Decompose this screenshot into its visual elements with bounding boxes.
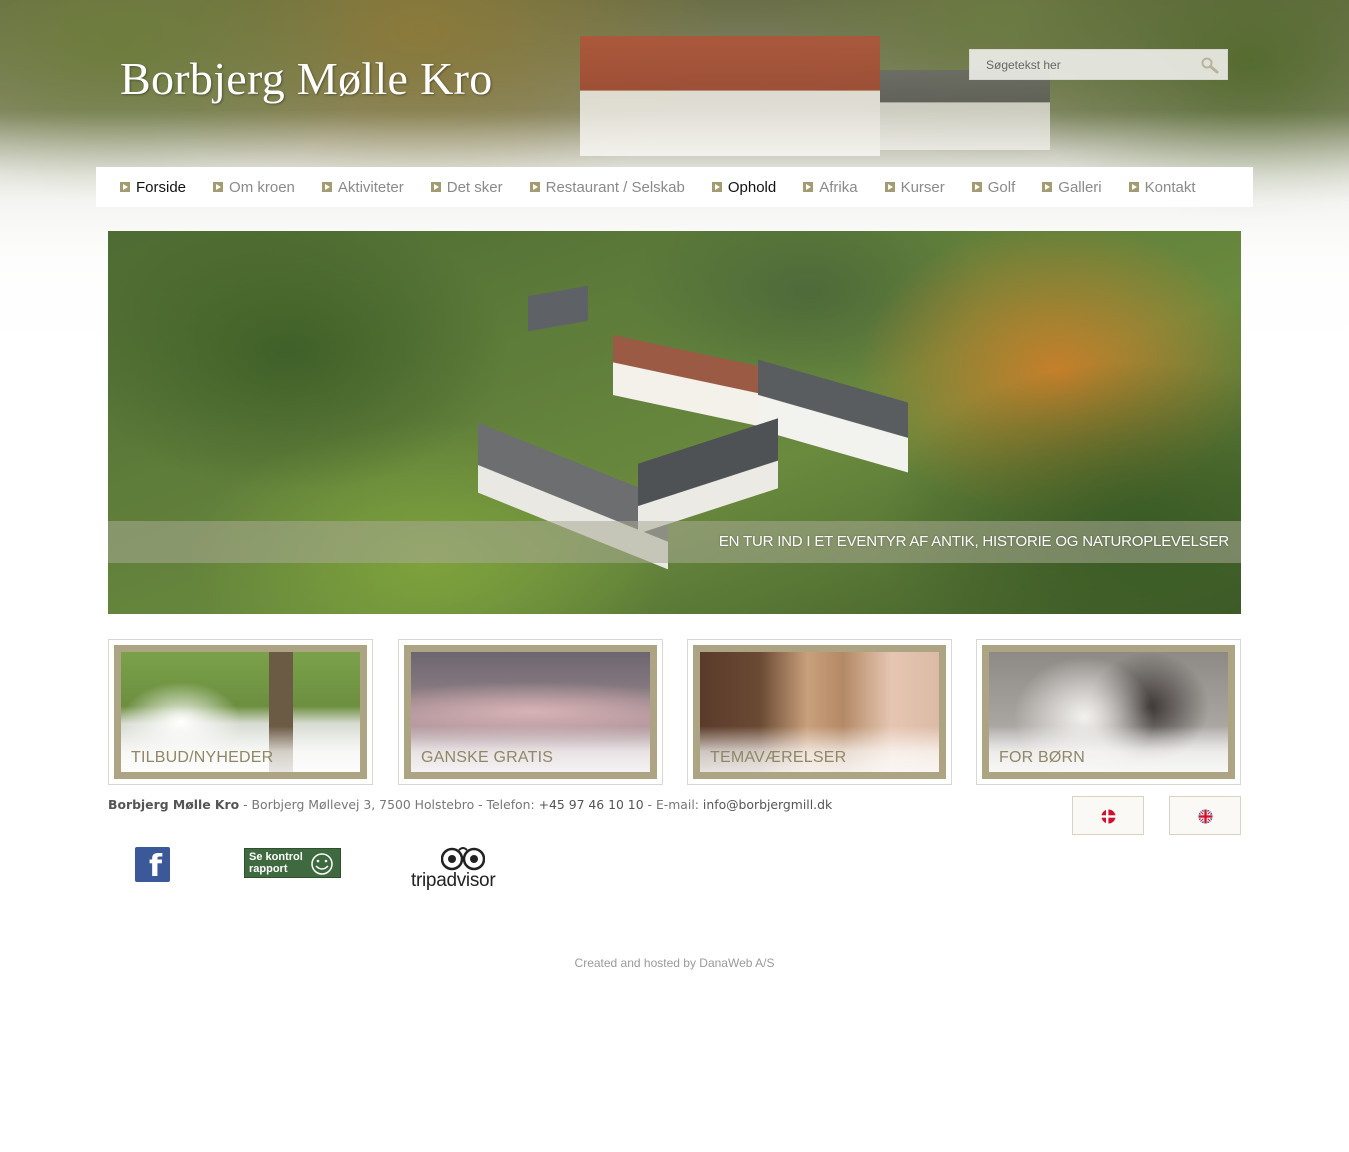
tripadvisor-wordmark: tripadvisor bbox=[411, 870, 496, 891]
nav-item-afrika[interactable]: Afrika bbox=[803, 178, 858, 196]
play-bullet-icon bbox=[213, 182, 224, 192]
tripadvisor-owl-icon bbox=[441, 847, 485, 871]
nav-item-om-kroen[interactable]: Om kroen bbox=[213, 179, 295, 196]
contact-name: Borbjerg Mølle Kro bbox=[108, 797, 240, 812]
danish-flag-icon bbox=[1101, 809, 1116, 824]
nav-label: Kurser bbox=[900, 178, 945, 196]
play-bullet-icon bbox=[971, 182, 982, 192]
nav-item-golf[interactable]: Golf bbox=[971, 178, 1016, 196]
nav-label: Om kroen bbox=[229, 178, 295, 196]
hero-building bbox=[613, 335, 763, 427]
search-icon bbox=[1201, 57, 1219, 74]
main-nav: Forside Om kroen Aktiviteter Det sker Re… bbox=[96, 167, 1253, 207]
tile-label: TEMAVÆRELSER bbox=[710, 749, 847, 766]
language-english-button[interactable] bbox=[1169, 796, 1241, 835]
footer-credit[interactable]: Created and hosted by DanaWeb A/S bbox=[0, 956, 1349, 970]
tile-for-born[interactable]: FOR BØRN bbox=[976, 639, 1241, 785]
tile-frame: GANSKE GRATIS bbox=[404, 645, 657, 779]
facebook-link[interactable]: f bbox=[135, 847, 170, 884]
nav-item-aktiviteter[interactable]: Aktiviteter bbox=[321, 178, 404, 196]
play-bullet-icon bbox=[321, 182, 332, 192]
play-bullet-icon bbox=[1128, 182, 1139, 192]
nav-item-det-sker[interactable]: Det sker bbox=[430, 178, 503, 196]
nav-label: Restaurant / Selskab bbox=[545, 178, 685, 196]
tile-label: GANSKE GRATIS bbox=[421, 749, 554, 766]
tile-tilbud-nyheder[interactable]: TILBUD/NYHEDER bbox=[108, 639, 373, 785]
nav-label: Golf bbox=[987, 178, 1016, 196]
nav-label: Ophold bbox=[727, 178, 777, 196]
tile-frame: FOR BØRN bbox=[982, 645, 1235, 779]
contact-address: - Borbjerg Møllevej 3, 7500 Holstebro - … bbox=[239, 797, 539, 812]
nav-item-kurser[interactable]: Kurser bbox=[884, 178, 945, 196]
language-danish-button[interactable] bbox=[1072, 796, 1144, 835]
nav-label: Galleri bbox=[1058, 178, 1102, 196]
kontrol-rapport-text: Se kontrol rapport bbox=[249, 851, 303, 875]
smiley-icon bbox=[311, 853, 333, 875]
play-bullet-icon bbox=[803, 182, 814, 192]
tile-label: FOR BØRN bbox=[999, 749, 1086, 766]
nav-label: Det sker bbox=[446, 178, 503, 196]
tile-frame: TEMAVÆRELSER bbox=[693, 645, 946, 779]
play-bullet-icon bbox=[529, 182, 540, 192]
tripadvisor-link[interactable]: tripadvisor bbox=[411, 846, 515, 894]
nav-label: Kontakt bbox=[1144, 178, 1196, 196]
play-bullet-icon bbox=[884, 182, 895, 192]
search-input[interactable] bbox=[970, 50, 1195, 79]
nav-item-restaurant-selskab[interactable]: Restaurant / Selskab bbox=[529, 178, 685, 196]
facebook-icon: f bbox=[149, 849, 163, 884]
search-box bbox=[969, 49, 1228, 80]
contact-email-link[interactable]: info@borbjergmill.dk bbox=[703, 797, 832, 812]
nav-label: Afrika bbox=[819, 178, 858, 196]
site-logo[interactable]: Borbjerg Mølle Kro bbox=[120, 52, 493, 105]
nav-item-forside[interactable]: Forside bbox=[120, 179, 186, 196]
tile-image: GANSKE GRATIS bbox=[411, 652, 650, 772]
nav-item-ophold[interactable]: Ophold bbox=[711, 178, 777, 196]
hero-caption: EN TUR IND I ET EVENTYR AF ANTIK, HISTOR… bbox=[718, 533, 1229, 550]
contact-phone: +45 97 46 10 10 bbox=[538, 797, 644, 812]
play-bullet-icon bbox=[1042, 182, 1053, 192]
uk-flag-icon bbox=[1198, 809, 1213, 824]
hero-banner: EN TUR IND I ET EVENTYR AF ANTIK, HISTOR… bbox=[108, 231, 1241, 614]
tile-ganske-gratis[interactable]: GANSKE GRATIS bbox=[398, 639, 663, 785]
nav-label: Forside bbox=[136, 178, 187, 196]
nav-item-kontakt[interactable]: Kontakt bbox=[1128, 178, 1196, 196]
play-bullet-icon bbox=[430, 182, 441, 192]
search-button[interactable] bbox=[1200, 56, 1220, 74]
tile-temavaerelser[interactable]: TEMAVÆRELSER bbox=[687, 639, 952, 785]
contact-info: Borbjerg Mølle Kro - Borbjerg Møllevej 3… bbox=[108, 797, 832, 812]
tile-image: TEMAVÆRELSER bbox=[700, 652, 939, 772]
hero-building bbox=[528, 285, 588, 332]
kontrol-rapport-link[interactable]: Se kontrol rapport bbox=[244, 848, 341, 878]
play-bullet-icon bbox=[711, 182, 722, 192]
tile-image: FOR BØRN bbox=[989, 652, 1228, 772]
hero-building bbox=[758, 359, 908, 473]
hero-building bbox=[638, 418, 778, 534]
contact-email-label: - E-mail: bbox=[643, 797, 703, 812]
nav-label: Aktiviteter bbox=[337, 178, 404, 196]
tile-frame: TILBUD/NYHEDER bbox=[114, 645, 367, 779]
play-bullet-icon bbox=[120, 182, 130, 192]
tile-image: TILBUD/NYHEDER bbox=[121, 652, 360, 772]
tile-label: TILBUD/NYHEDER bbox=[131, 749, 274, 766]
nav-item-galleri[interactable]: Galleri bbox=[1042, 178, 1102, 196]
